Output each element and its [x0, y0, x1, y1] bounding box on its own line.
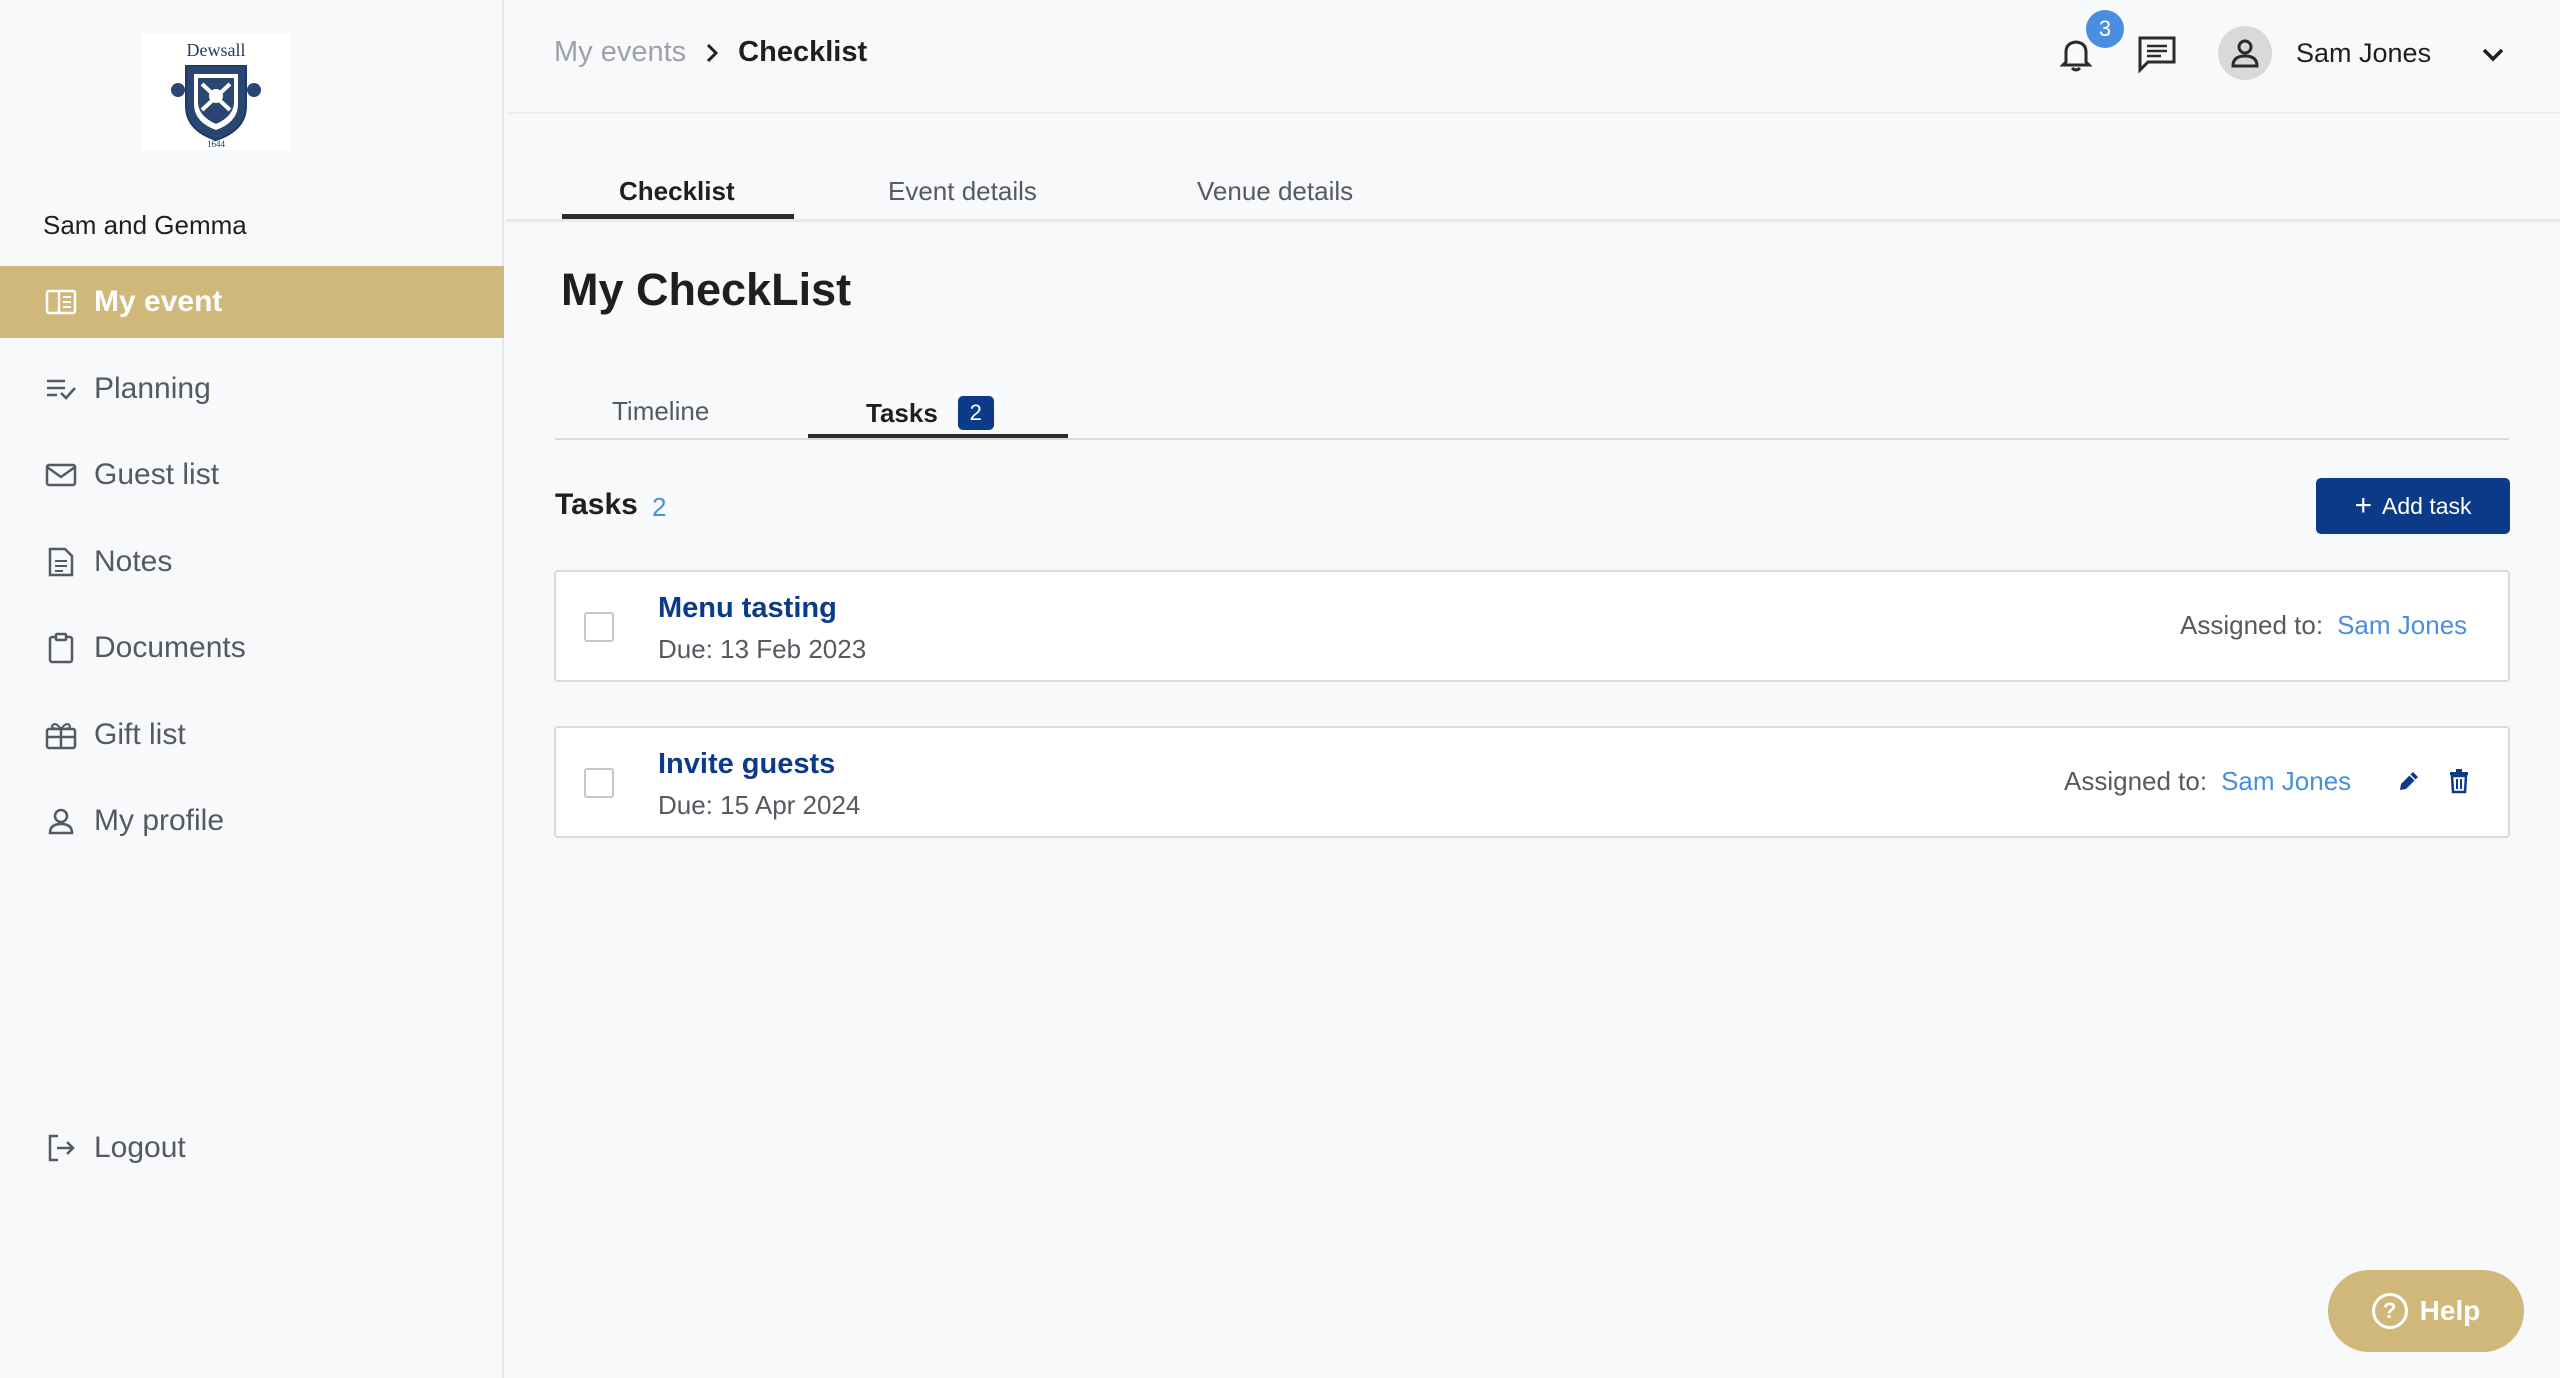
question-mark-icon: ?: [2371, 1293, 2408, 1329]
sidebar-item-my-profile[interactable]: My profile: [0, 785, 504, 857]
event-name: Sam and Gemma: [43, 210, 247, 240]
notes-icon: [44, 545, 78, 579]
logo-text: Dewsall: [187, 40, 246, 60]
crest-icon: Dewsall 1644: [171, 40, 261, 149]
sidebar-item-my-event[interactable]: My event: [0, 266, 504, 338]
active-subtab-indicator: [808, 434, 1068, 438]
top-bar: My events Checklist 3 Sam Jones: [506, 0, 2560, 114]
task-due-date: Due: 15 Apr 2024: [658, 790, 861, 820]
active-tab-indicator: [562, 214, 794, 219]
delete-trash-icon[interactable]: [2444, 766, 2474, 796]
task-assignment: Assigned to: Sam Jones: [2064, 766, 2351, 797]
user-icon: [2231, 39, 2259, 68]
sidebar: Dewsall 1644 Sam and Gemma My event Plan…: [0, 0, 504, 1378]
add-task-label: Add task: [2382, 492, 2472, 519]
sidebar-item-label: My event: [94, 285, 223, 318]
main-tabs: Checklist Event details Venue details: [506, 160, 2560, 222]
task-checkbox[interactable]: [584, 768, 614, 798]
chevron-right-icon: [704, 42, 720, 64]
logout-button[interactable]: Logout: [0, 1112, 504, 1184]
logout-label: Logout: [94, 1131, 186, 1164]
task-card[interactable]: Invite guests Due: 15 Apr 2024 Assigned …: [554, 726, 2510, 838]
logout-icon: [44, 1131, 78, 1165]
breadcrumb-my-events[interactable]: My events: [554, 36, 686, 69]
assigned-label: Assigned to:: [2180, 610, 2324, 640]
sidebar-item-notes[interactable]: Notes: [0, 526, 504, 598]
task-checkbox[interactable]: [584, 612, 614, 642]
breadcrumb-current: Checklist: [738, 36, 868, 68]
sidebar-item-documents[interactable]: Documents: [0, 612, 504, 684]
tasks-section-title: Tasks: [555, 488, 638, 521]
chevron-down-icon[interactable]: [2478, 40, 2508, 70]
tasks-section-count: 2: [652, 492, 667, 522]
tab-timeline[interactable]: Timeline: [612, 396, 709, 427]
task-due-date: Due: 13 Feb 2023: [658, 634, 867, 664]
page-title: My CheckList: [561, 264, 852, 315]
task-card[interactable]: Menu tasting Due: 13 Feb 2023 Assigned t…: [554, 570, 2510, 682]
messages-icon[interactable]: [2136, 34, 2178, 74]
sidebar-item-gift-list[interactable]: Gift list: [0, 699, 504, 771]
sidebar-item-label: Planning: [94, 371, 211, 405]
logo-year: 1644: [207, 139, 226, 149]
sidebar-item-guest-list[interactable]: Guest list: [0, 439, 504, 511]
user-name[interactable]: Sam Jones: [2296, 38, 2431, 69]
plus-icon: +: [2354, 489, 2373, 522]
edit-pencil-icon[interactable]: [2394, 766, 2424, 796]
event-book-icon: [44, 285, 78, 319]
sidebar-item-planning[interactable]: Planning: [0, 353, 504, 425]
sidebar-item-label: Documents: [94, 631, 246, 664]
assignee-link[interactable]: Sam Jones: [2337, 610, 2467, 641]
tab-tasks-label: Tasks: [866, 397, 938, 428]
checklist-icon: [44, 372, 78, 406]
avatar[interactable]: [2218, 26, 2272, 80]
sidebar-item-label: Notes: [94, 544, 173, 578]
checklist-sub-tabs: Timeline Tasks 2: [555, 388, 2509, 440]
gift-icon: [44, 718, 78, 752]
clipboard-icon: [44, 631, 78, 665]
assigned-label: Assigned to:: [2064, 766, 2208, 796]
breadcrumb: My events Checklist: [554, 36, 867, 69]
sidebar-item-label: Gift list: [94, 717, 186, 751]
task-assignment: Assigned to: Sam Jones: [2180, 610, 2467, 641]
tab-tasks[interactable]: Tasks 2: [866, 396, 994, 430]
task-name[interactable]: Invite guests: [658, 748, 835, 781]
sidebar-nav: My event Planning Guest list Notes Docum…: [0, 266, 504, 872]
person-icon: [44, 804, 78, 838]
help-label: Help: [2419, 1295, 2481, 1326]
notification-count-badge: 3: [2086, 10, 2124, 48]
tab-checklist[interactable]: Checklist: [619, 176, 735, 207]
help-button[interactable]: ? Help: [2328, 1270, 2524, 1352]
add-task-button[interactable]: + Add task: [2316, 478, 2510, 534]
tab-timeline-label: Timeline: [612, 396, 710, 426]
sidebar-item-label: Guest list: [94, 458, 220, 491]
task-name[interactable]: Menu tasting: [658, 592, 837, 625]
tab-venue-details[interactable]: Venue details: [1197, 176, 1353, 207]
assignee-link[interactable]: Sam Jones: [2221, 766, 2351, 797]
sidebar-item-label: My profile: [94, 804, 225, 837]
tab-event-details[interactable]: Event details: [888, 176, 1037, 207]
tasks-count-badge: 2: [957, 396, 994, 430]
dewsall-logo[interactable]: Dewsall 1644: [142, 34, 290, 150]
envelope-icon: [44, 458, 78, 492]
